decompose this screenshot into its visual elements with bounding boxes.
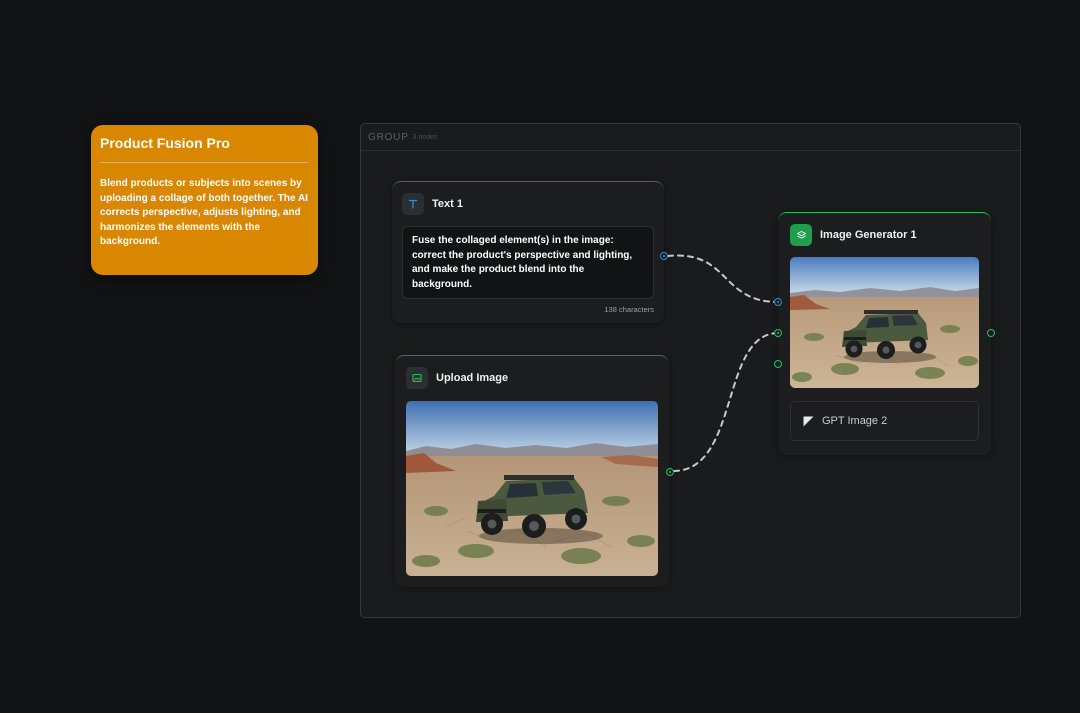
workflow-canvas[interactable]: Product Fusion Pro Blend products or sub… [0,0,1080,713]
generator-extra-input-port[interactable] [774,360,782,368]
image-generator-node[interactable]: Image Generator 1 GPT Image 2 [778,212,991,455]
layers-icon [790,224,812,246]
group-header[interactable]: GROUP 3 nodes [361,124,1020,151]
text-node[interactable]: Text 1 Fuse the collaged element(s) in t… [392,181,664,323]
text-node-title: Text 1 [432,198,463,210]
group-label: GROUP [368,131,409,143]
model-selector[interactable]: GPT Image 2 [790,401,979,441]
openai-model-icon [803,416,814,427]
generator-prompt-input-port[interactable] [774,298,782,306]
model-name: GPT Image 2 [822,415,888,427]
image-output-port[interactable] [666,468,674,476]
generator-node-title: Image Generator 1 [820,229,917,241]
image-icon [406,367,428,389]
upload-node-header[interactable]: Upload Image [406,367,658,389]
character-count: 138 characters [604,305,654,314]
text-icon [402,193,424,215]
generated-image[interactable] [790,257,979,388]
generator-image-input-port[interactable] [774,329,782,337]
sticky-note[interactable]: Product Fusion Pro Blend products or sub… [91,125,318,275]
note-body: Blend products or subjects into scenes b… [100,178,308,247]
uploaded-image[interactable] [406,401,658,576]
text-node-header[interactable]: Text 1 [402,193,654,215]
group-node-count: 3 nodes [412,133,438,141]
prompt-textarea[interactable]: Fuse the collaged element(s) in the imag… [402,226,654,299]
upload-node-title: Upload Image [436,372,509,384]
generator-output-port[interactable] [987,329,995,337]
upload-image-node[interactable]: Upload Image [395,355,669,587]
note-title: Product Fusion Pro [100,135,309,163]
generator-node-header[interactable]: Image Generator 1 [790,224,979,246]
text-output-port[interactable] [660,252,668,260]
